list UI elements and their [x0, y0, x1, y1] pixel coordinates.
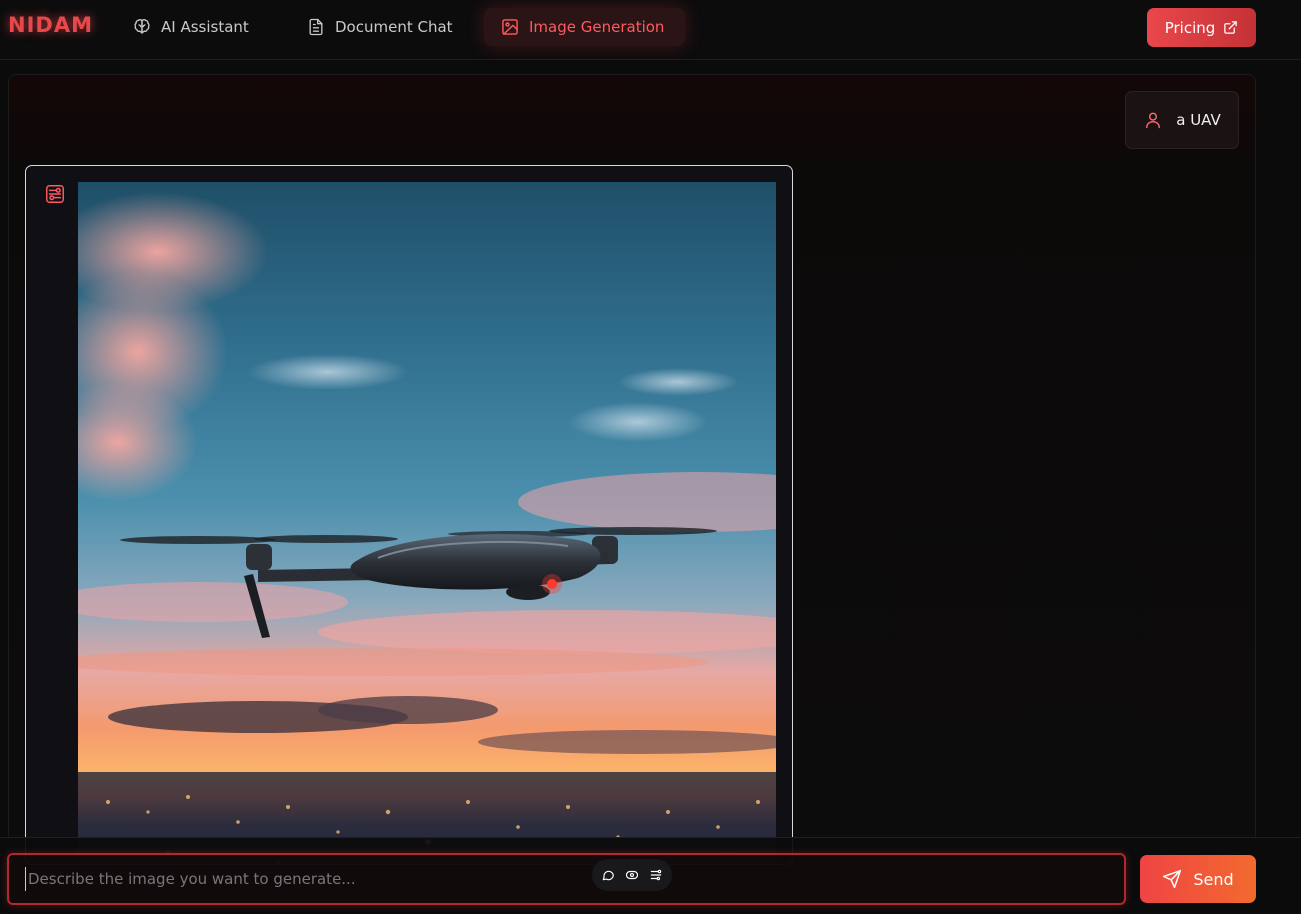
user-message-bubble: a UAV	[1125, 91, 1239, 149]
send-button[interactable]: Send	[1140, 855, 1256, 903]
user-icon	[1146, 112, 1161, 129]
send-icon	[1163, 869, 1182, 889]
brain-icon	[134, 19, 150, 34]
tab-image-generation[interactable]: Image Generation	[484, 8, 685, 46]
tab-document-chat-label: Document Chat	[335, 18, 453, 36]
tab-document-chat[interactable]: Document Chat	[290, 8, 469, 46]
settings-mode-button[interactable]	[649, 868, 663, 882]
send-label: Send	[1193, 869, 1234, 889]
top-navigation-bar: NIDAM AI Assistant Document Chat Image G…	[0, 0, 1301, 60]
vision-mode-button[interactable]	[625, 868, 639, 882]
sliders-icon	[650, 869, 662, 881]
document-icon	[309, 18, 323, 36]
drone-sunset-illustration	[78, 182, 776, 864]
chat-mode-button[interactable]	[601, 868, 615, 882]
chat-bubble-icon	[602, 870, 614, 881]
pricing-label: Pricing	[1164, 18, 1216, 37]
generated-image[interactable]	[78, 182, 776, 864]
tab-ai-assistant[interactable]: AI Assistant	[116, 8, 265, 46]
mode-selector	[592, 859, 672, 891]
tab-ai-assistant-label: AI Assistant	[161, 18, 249, 36]
image-icon	[502, 19, 518, 35]
image-generation-icon	[46, 185, 64, 203]
eye-icon	[625, 870, 639, 880]
tab-image-generation-label: Image Generation	[529, 18, 665, 36]
user-message-text: a UAV	[1176, 111, 1221, 129]
brand-logo[interactable]: NIDAM	[8, 13, 93, 37]
external-link-icon	[1224, 21, 1238, 34]
prompt-box[interactable]	[7, 853, 1126, 905]
assistant-image-card	[25, 165, 793, 865]
pricing-button[interactable]: Pricing	[1147, 8, 1256, 47]
prompt-input[interactable]	[25, 867, 585, 891]
